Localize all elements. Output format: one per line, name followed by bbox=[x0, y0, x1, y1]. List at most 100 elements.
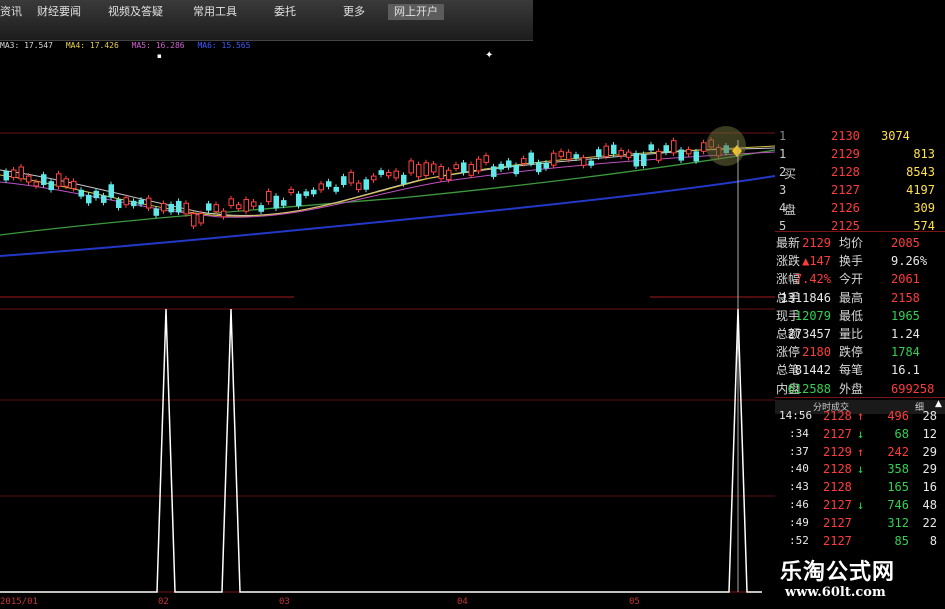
candle-body bbox=[678, 149, 684, 161]
candle-body bbox=[521, 158, 527, 164]
quote-value: 81442 bbox=[794, 363, 831, 378]
candle-body bbox=[123, 197, 129, 206]
bid-price[interactable]: 2129 bbox=[831, 145, 860, 163]
candle-body bbox=[3, 170, 9, 181]
candle-body bbox=[566, 151, 572, 160]
candle-body bbox=[341, 176, 347, 185]
candle-body bbox=[498, 163, 504, 170]
quote-value: 2061 bbox=[891, 272, 920, 287]
candle-body bbox=[633, 152, 639, 167]
tick-price: 2128 bbox=[823, 462, 852, 477]
x-axis-label: 2015/01 bbox=[0, 597, 38, 607]
bid-price[interactable]: 2126 bbox=[831, 199, 860, 217]
tick-price: 2128 bbox=[823, 480, 852, 495]
candle-body bbox=[663, 145, 669, 153]
candle-body bbox=[656, 150, 662, 161]
candle-body bbox=[701, 142, 707, 152]
quote-value: ▲147 bbox=[802, 254, 831, 269]
quote-label: 量比 bbox=[839, 327, 864, 341]
bid-volume: 813 bbox=[913, 147, 935, 161]
bid-price[interactable]: 2125 bbox=[831, 217, 860, 235]
ma4-label: MA4: 17.426 bbox=[65, 41, 119, 50]
candle-body bbox=[596, 149, 602, 158]
candle-body bbox=[363, 179, 369, 190]
bid-volume: 3074 bbox=[881, 129, 910, 143]
candle-body bbox=[573, 154, 579, 159]
tick-time: :37 bbox=[789, 444, 809, 458]
candle-body bbox=[213, 204, 219, 213]
tick-volume: 358 bbox=[887, 462, 909, 477]
candle-body bbox=[408, 160, 414, 174]
tick-volume: 242 bbox=[887, 444, 909, 459]
tick-volume: 312 bbox=[887, 515, 909, 530]
tick-price: 2127 bbox=[823, 515, 852, 530]
quote-label: 最高 bbox=[839, 290, 864, 305]
candle-body bbox=[41, 174, 47, 185]
candle-body bbox=[386, 171, 392, 177]
candle-body bbox=[588, 160, 594, 166]
bid-price[interactable]: 2128 bbox=[831, 163, 860, 181]
quote-value: 12079 bbox=[794, 308, 831, 323]
candle-body bbox=[506, 160, 512, 168]
quote-label: 涨跌 bbox=[776, 254, 801, 269]
menu-item-tools[interactable]: 常用工具 bbox=[193, 4, 237, 20]
top-menu-bar: 资讯 财经要闻 视频及答疑 常用工具 委托 更多 网上开户 bbox=[0, 0, 533, 41]
bid-volume: 309 bbox=[913, 201, 935, 215]
bid-level: 5 bbox=[779, 219, 787, 233]
tick-time: :34 bbox=[789, 426, 809, 440]
watermark-title: 乐淘公式网 bbox=[780, 559, 896, 585]
x-axis-label: 03 bbox=[279, 597, 290, 607]
tick-time: 14:56 bbox=[779, 409, 813, 422]
signal-indicator-line bbox=[0, 308, 775, 593]
candle-body bbox=[461, 162, 467, 173]
candle-body bbox=[273, 195, 279, 209]
candle-body bbox=[311, 189, 317, 195]
ma3-label: MA3: 17.547 bbox=[0, 41, 53, 50]
tick-count: 16 bbox=[922, 480, 937, 495]
bid-volume: 8543 bbox=[906, 165, 935, 179]
candle-body bbox=[611, 144, 617, 155]
bid-level: 1 bbox=[779, 129, 787, 143]
candle-body bbox=[423, 162, 429, 176]
candle-body bbox=[26, 175, 32, 183]
menu-item-video-qa[interactable]: 视频及答疑 bbox=[108, 4, 163, 20]
bid-price[interactable]: 2127 bbox=[831, 181, 860, 199]
quote-value: 2158 bbox=[891, 290, 920, 305]
ma-line-blue bbox=[0, 175, 776, 257]
tick-count: 8 bbox=[929, 533, 937, 548]
candle-body bbox=[228, 198, 234, 206]
tick-direction-icon: ↑ bbox=[857, 409, 865, 423]
candle-body bbox=[288, 188, 294, 194]
candle-body bbox=[483, 155, 489, 163]
candle-body bbox=[513, 164, 519, 175]
tick-time: :49 bbox=[789, 515, 809, 529]
candle-body bbox=[326, 181, 332, 187]
candle-body bbox=[116, 199, 122, 209]
quote-value: 2180 bbox=[802, 345, 831, 360]
candle-body bbox=[626, 151, 632, 158]
quote-label: 今开 bbox=[839, 272, 864, 287]
candle-body bbox=[153, 208, 159, 216]
quote-value: 699258 bbox=[891, 381, 935, 396]
quote-value: 7.42% bbox=[794, 272, 831, 287]
menu-item-more[interactable]: 更多 bbox=[343, 4, 365, 20]
candle-body bbox=[371, 175, 377, 181]
quote-value: 1784 bbox=[891, 345, 920, 360]
candle-body bbox=[536, 162, 542, 173]
x-axis-label: 02 bbox=[158, 597, 169, 607]
menu-item-news[interactable]: 资讯 bbox=[0, 4, 22, 20]
candle-body bbox=[236, 204, 242, 210]
menu-item-entrust[interactable]: 委托 bbox=[274, 4, 296, 20]
tick-count: 29 bbox=[922, 444, 937, 459]
menu-item-open-account[interactable]: 网上开户 bbox=[388, 4, 444, 20]
candle-body bbox=[296, 193, 302, 207]
candle-body bbox=[333, 186, 339, 192]
candle-body bbox=[93, 190, 99, 199]
candle-body bbox=[303, 191, 309, 196]
ma5-label: MA5: 16.286 bbox=[131, 41, 185, 50]
quote-label: 涨停 bbox=[776, 345, 801, 360]
candle-body bbox=[78, 189, 84, 197]
quote-label: 跌停 bbox=[839, 345, 864, 360]
menu-item-finance-news[interactable]: 财经要闻 bbox=[37, 4, 81, 20]
candle-body bbox=[356, 182, 362, 191]
